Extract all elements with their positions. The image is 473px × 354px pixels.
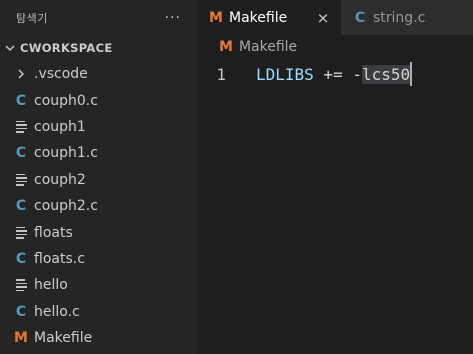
tree-item-makefile[interactable]: M Makefile xyxy=(0,325,197,351)
tree-item-couph1[interactable]: couph1 xyxy=(0,114,197,140)
makefile-icon: M xyxy=(14,330,28,347)
tab-string-c[interactable]: C string.c xyxy=(341,0,473,35)
value-dash: - xyxy=(352,64,362,84)
text-file-icon xyxy=(13,172,29,188)
breadcrumb-label: Makefile xyxy=(238,39,298,55)
makefile-variable: LDLIBS xyxy=(256,64,314,84)
assignment-operator: += xyxy=(313,64,353,84)
tree-item-label: couph0.c xyxy=(34,92,98,109)
tree-item-hello[interactable]: hello xyxy=(0,272,197,298)
c-file-icon: C xyxy=(15,198,27,215)
close-icon[interactable]: × xyxy=(315,9,331,27)
tree-item-label: Makefile xyxy=(34,330,93,347)
tree-item-label: couph1.c xyxy=(34,145,98,162)
breadcrumb[interactable]: M Makefile xyxy=(197,35,473,59)
tree-item-label: floats.c xyxy=(34,250,85,267)
line-number: 1 xyxy=(216,64,226,84)
workspace-root[interactable]: CWORKSPACE xyxy=(0,35,197,61)
tree-item-couph0-c[interactable]: C couph0.c xyxy=(0,87,197,113)
tree-item-floats[interactable]: floats xyxy=(0,219,197,245)
tree-item-couph2[interactable]: couph2 xyxy=(0,167,197,193)
tab-label: Makefile xyxy=(229,9,288,26)
makefile-icon: M xyxy=(219,39,233,55)
explorer-header: 탐색기 ··· xyxy=(0,0,197,35)
code-text[interactable]: LDLIBS += - lcs50 xyxy=(256,60,412,88)
tree-item-floats-c[interactable]: C floats.c xyxy=(0,246,197,272)
makefile-icon: M xyxy=(209,9,223,26)
tree-item-label: couph1 xyxy=(34,118,86,135)
c-file-icon: C xyxy=(15,250,27,267)
editor-area: M Makefile × C string.c M Makefile 1 LDL… xyxy=(197,0,473,354)
more-actions-icon[interactable]: ··· xyxy=(165,11,181,25)
tab-label: string.c xyxy=(373,9,426,26)
tree-item-label: couph2 xyxy=(34,171,86,188)
chevron-right-icon xyxy=(13,66,29,82)
chevron-down-icon xyxy=(2,40,18,56)
app-window: 탐색기 ··· CWORKSPACE .vscode C couph0.c co… xyxy=(0,0,473,354)
tree-item-label: hello xyxy=(34,277,68,294)
c-file-icon: C xyxy=(15,145,27,162)
value-highlighted: lcs50 xyxy=(361,64,411,84)
c-file-icon: C xyxy=(354,9,366,26)
explorer-sidebar: 탐색기 ··· CWORKSPACE .vscode C couph0.c co… xyxy=(0,0,197,354)
tab-makefile[interactable]: M Makefile × xyxy=(197,0,341,35)
tree-item-hello-c[interactable]: C hello.c xyxy=(0,299,197,325)
text-file-icon xyxy=(13,277,29,293)
tree-item-vscode[interactable]: .vscode xyxy=(0,61,197,87)
tree-item-couph2-c[interactable]: C couph2.c xyxy=(0,193,197,219)
explorer-title: 탐색기 xyxy=(16,11,48,25)
c-file-icon: C xyxy=(15,303,27,320)
tree-item-label: couph2.c xyxy=(34,198,98,215)
text-file-icon xyxy=(13,225,29,241)
tab-bar: M Makefile × C string.c xyxy=(197,0,473,35)
text-cursor xyxy=(410,62,412,86)
c-file-icon: C xyxy=(15,92,27,109)
tree-item-couph1-c[interactable]: C couph1.c xyxy=(0,140,197,166)
text-file-icon xyxy=(13,119,29,135)
workspace-label: CWORKSPACE xyxy=(20,41,113,55)
code-line[interactable]: 1 LDLIBS += - lcs50 xyxy=(197,59,473,89)
tree-item-label: floats xyxy=(34,224,73,241)
tree-item-label: hello.c xyxy=(34,303,80,320)
tree-item-label: .vscode xyxy=(34,66,88,83)
